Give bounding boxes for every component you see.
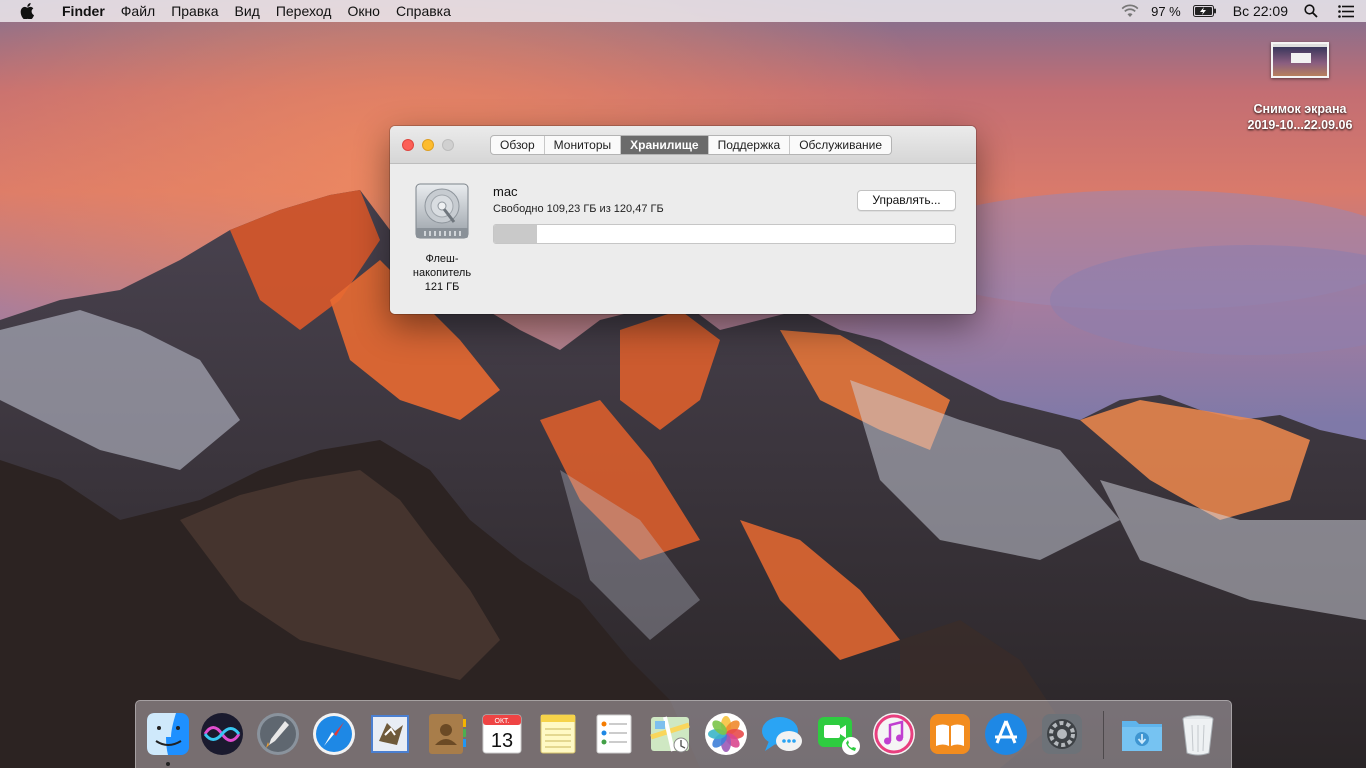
calendar-icon[interactable]: ОКТ. 13 (479, 711, 525, 757)
mail-icon[interactable] (367, 711, 413, 757)
volume-name: mac (493, 184, 518, 199)
menu-window[interactable]: Окно (339, 0, 388, 22)
menu-help[interactable]: Справка (388, 0, 459, 22)
desktop-screenshot-file[interactable]: Снимок экрана 2019-10...22.09.06 (1236, 42, 1364, 133)
ibooks-icon[interactable] (927, 711, 973, 757)
safari-icon[interactable] (311, 711, 357, 757)
spotlight-search-icon[interactable] (1304, 4, 1318, 18)
zoom-button[interactable] (442, 139, 454, 151)
menu-bar: Finder Файл Правка Вид Переход Окно Спра… (0, 0, 1366, 22)
menu-file[interactable]: Файл (113, 0, 163, 22)
notes-icon[interactable] (535, 711, 581, 757)
battery-charging-icon[interactable] (1192, 5, 1217, 17)
menu-view[interactable]: Вид (227, 0, 268, 22)
battery-percent[interactable]: 97 % (1151, 4, 1181, 19)
facetime-icon[interactable] (815, 711, 861, 757)
storage-panel: Флеш- накопитель 121 ГБ mac Свободно 109… (390, 164, 976, 314)
desktop-file-label: Снимок экрана 2019-10...22.09.06 (1247, 102, 1353, 132)
photos-icon[interactable] (703, 711, 749, 757)
about-this-mac-window: Обзор Мониторы Хранилище Поддержка Обслу… (390, 126, 976, 314)
messages-icon[interactable] (759, 711, 805, 757)
notification-center-icon[interactable] (1338, 4, 1354, 18)
finder-running-indicator (166, 762, 170, 766)
manage-button[interactable]: Управлять... (857, 190, 956, 211)
itunes-icon[interactable] (871, 711, 917, 757)
menu-go[interactable]: Переход (268, 0, 340, 22)
hard-drive-icon (415, 183, 469, 239)
storage-usage-bar (493, 224, 956, 244)
dock: ОКТ. 13 (135, 700, 1232, 768)
minimize-button[interactable] (422, 139, 434, 151)
app-store-icon[interactable] (983, 711, 1029, 757)
trash-icon[interactable] (1175, 711, 1221, 757)
drive-label: Флеш- накопитель 121 ГБ (412, 253, 472, 293)
menu-app-name[interactable]: Finder (54, 0, 113, 22)
clock[interactable]: Вс 22:09 (1233, 3, 1288, 19)
siri-icon[interactable] (199, 711, 245, 757)
screenshot-thumbnail (1271, 42, 1329, 78)
reminders-icon[interactable] (591, 711, 637, 757)
volume-free-space: Свободно 109,23 ГБ из 120,47 ГБ (493, 203, 664, 215)
tab-displays[interactable]: Мониторы (545, 136, 622, 154)
storage-used-segment (494, 225, 537, 243)
dock-separator (1103, 711, 1104, 759)
tab-storage[interactable]: Хранилище (621, 136, 709, 154)
menu-edit[interactable]: Правка (163, 0, 226, 22)
window-titlebar: Обзор Мониторы Хранилище Поддержка Обслу… (390, 126, 976, 164)
desktop-wallpaper (0, 0, 1366, 768)
downloads-folder-icon[interactable] (1119, 711, 1165, 757)
calendar-day: 13 (491, 730, 513, 752)
close-button[interactable] (402, 139, 414, 151)
calendar-month: ОКТ. (495, 718, 510, 725)
apple-menu-icon[interactable] (20, 3, 36, 19)
contacts-icon[interactable] (423, 711, 469, 757)
finder-icon[interactable] (145, 711, 191, 757)
maps-icon[interactable] (647, 711, 693, 757)
launchpad-icon[interactable] (255, 711, 301, 757)
tab-bar: Обзор Мониторы Хранилище Поддержка Обслу… (490, 135, 893, 155)
wifi-icon[interactable] (1121, 4, 1139, 18)
tab-support[interactable]: Поддержка (709, 136, 791, 154)
tab-service[interactable]: Обслуживание (790, 136, 891, 154)
tab-overview[interactable]: Обзор (491, 136, 545, 154)
system-preferences-icon[interactable] (1039, 711, 1085, 757)
